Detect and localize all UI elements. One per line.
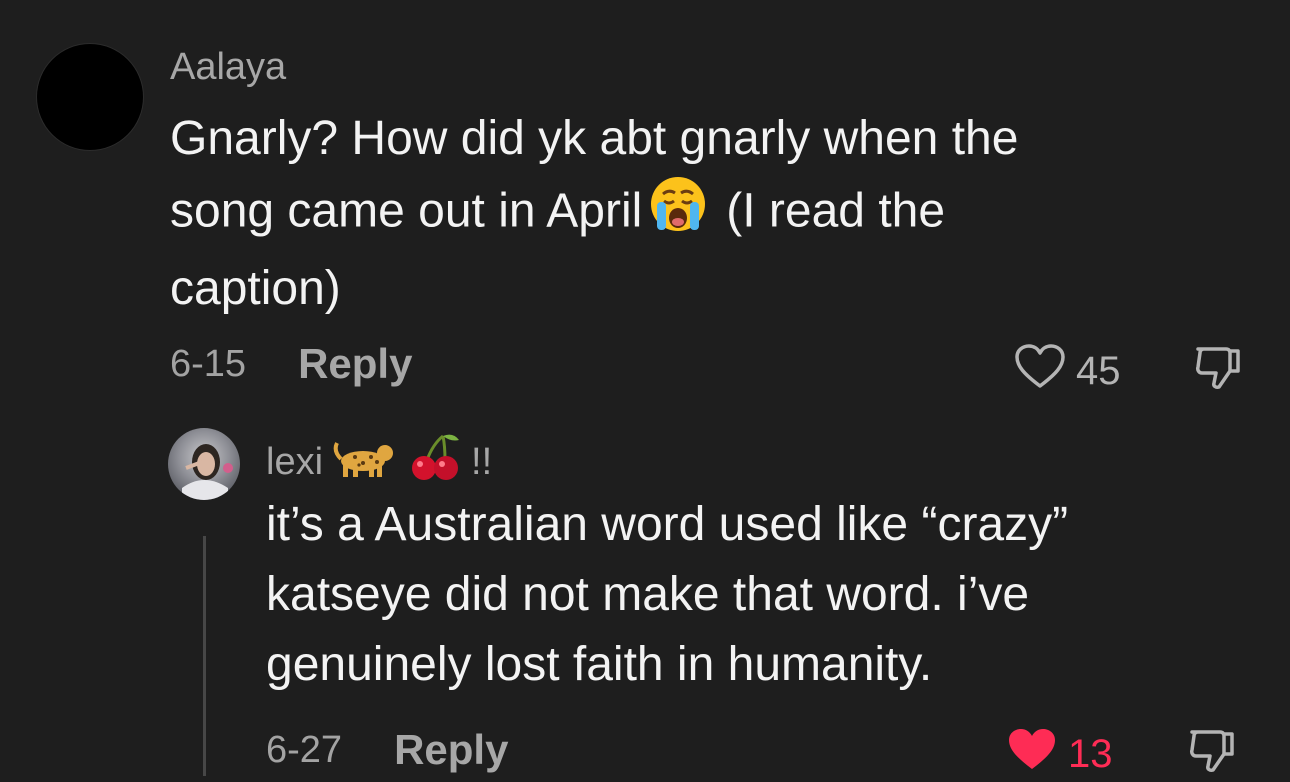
cherries-icon bbox=[407, 430, 461, 494]
comment-username[interactable]: Aalaya bbox=[170, 46, 286, 89]
reply-button[interactable]: Reply bbox=[394, 726, 508, 774]
comment-text: Gnarly? How did yk abt gnarly when the s… bbox=[170, 104, 1018, 324]
avatar[interactable] bbox=[168, 428, 240, 500]
comment-line-1: Gnarly? How did yk abt gnarly when the bbox=[170, 112, 1019, 165]
comment-line-3: caption) bbox=[170, 262, 341, 315]
comment-meta: 6-15 Reply bbox=[170, 340, 412, 388]
reply-button[interactable]: Reply bbox=[298, 340, 412, 388]
dislike-button[interactable] bbox=[1186, 726, 1238, 779]
dislike-button[interactable] bbox=[1192, 343, 1244, 396]
leopard-icon bbox=[333, 435, 397, 489]
heart-filled-icon bbox=[1006, 726, 1058, 782]
reply-line-2: katseye did not make that word. i’ve bbox=[266, 568, 1030, 621]
reply-username-row: lexi !! bbox=[266, 430, 492, 494]
comment-line-2-tail: (I read the bbox=[726, 184, 946, 238]
comment-date: 6-15 bbox=[170, 342, 247, 385]
reply-username[interactable]: lexi bbox=[266, 441, 323, 484]
thread-line bbox=[203, 536, 206, 776]
reply-date: 6-27 bbox=[266, 728, 343, 771]
like-count: 45 bbox=[1076, 348, 1121, 393]
comment-line-2: song came out in April (I read the bbox=[170, 174, 1018, 254]
crying-face-icon bbox=[648, 174, 708, 254]
heart-outline-icon bbox=[1014, 343, 1066, 399]
reply-text: it’s a Australian word used like “crazy”… bbox=[266, 490, 1068, 700]
comment-line-2-text: song came out in April bbox=[170, 184, 643, 238]
reply-meta: 6-27 Reply bbox=[266, 726, 508, 774]
reply-line-1: it’s a Australian word used like “crazy” bbox=[266, 498, 1069, 551]
like-button[interactable]: 45 bbox=[1014, 343, 1121, 399]
thumbs-down-icon bbox=[1192, 347, 1244, 395]
reply-username-suffix: !! bbox=[471, 440, 493, 483]
reply-line-3: genuinely lost faith in humanity. bbox=[266, 638, 933, 691]
like-button[interactable]: 13 bbox=[1006, 726, 1113, 782]
avatar[interactable] bbox=[37, 44, 143, 150]
